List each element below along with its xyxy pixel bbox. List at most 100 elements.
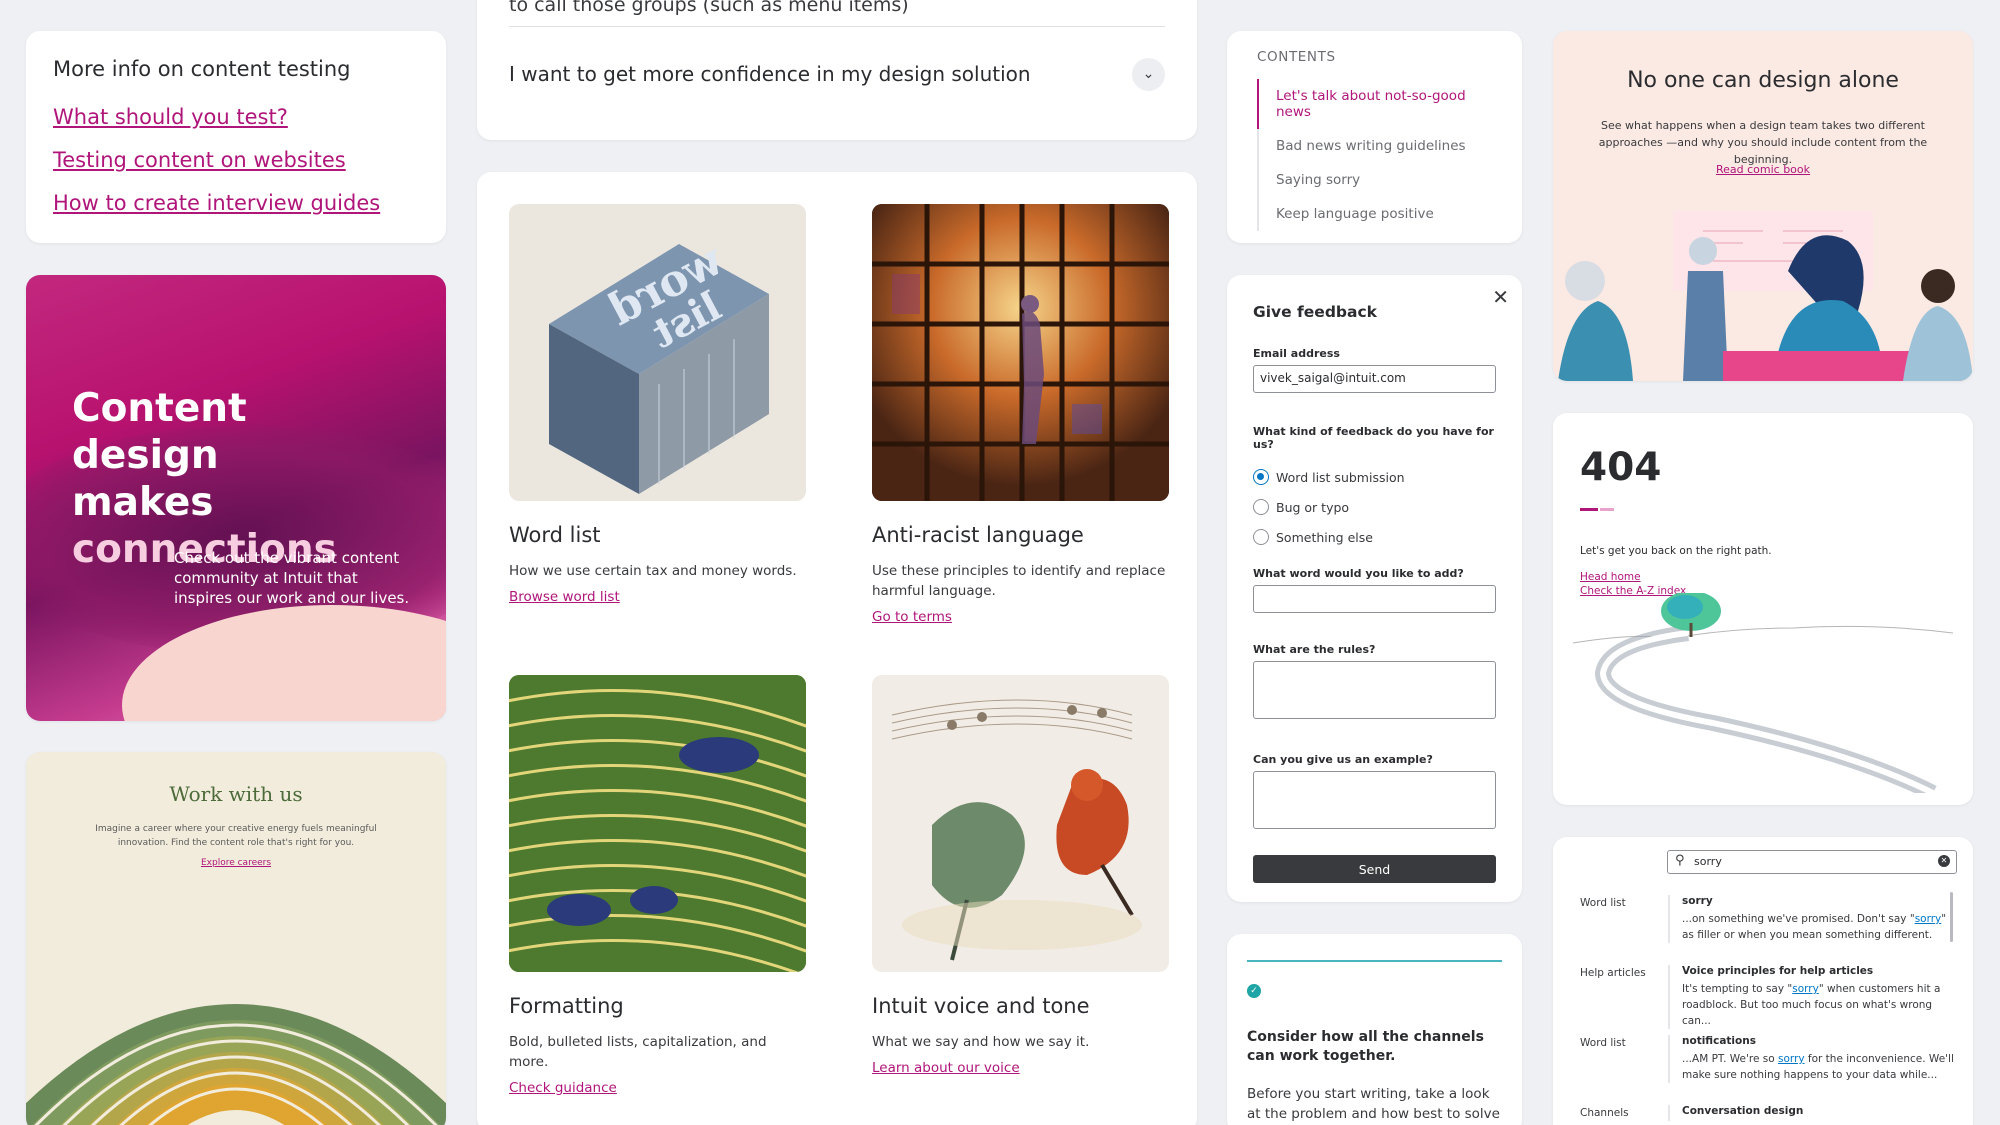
head-home-link[interactable]: Head home bbox=[1580, 571, 1946, 583]
channels-body: Before you start writing, take a look at… bbox=[1247, 1086, 1500, 1122]
comic-body: See what happens when a design team take… bbox=[1598, 119, 1928, 166]
hero-line-1: Content design bbox=[72, 386, 247, 478]
feedback-kind-label: What kind of feedback do you have for us… bbox=[1253, 425, 1494, 451]
search-result[interactable]: Word list notifications ...AM PT. We're … bbox=[1580, 1035, 1955, 1083]
contents-item-not-so-good-news[interactable]: Let's talk about not-so-good news bbox=[1257, 79, 1492, 129]
search-result[interactable]: Channels Conversation design bbox=[1580, 1105, 1955, 1121]
result-snippet: ...on something we've promised. Don't sa… bbox=[1682, 913, 1947, 941]
birds-image bbox=[872, 675, 1169, 972]
rules-label: What are the rules? bbox=[1253, 643, 1376, 656]
radio-something-else[interactable]: Something else bbox=[1253, 529, 1496, 545]
hero-banner[interactable]: Content design makes connections Check o… bbox=[26, 275, 446, 721]
tile-voice-tone: Intuit voice and tone What we say and ho… bbox=[872, 675, 1169, 1076]
result-category: Word list bbox=[1580, 1037, 1626, 1049]
link-testing-websites[interactable]: Testing content on websites bbox=[53, 148, 419, 172]
result-title[interactable]: Conversation design bbox=[1682, 1105, 1955, 1117]
progress-line bbox=[1247, 960, 1502, 962]
link-interview-guides[interactable]: How to create interview guides bbox=[53, 191, 419, 215]
tile-title: Formatting bbox=[509, 994, 624, 1018]
radio-label: Bug or typo bbox=[1276, 499, 1350, 515]
tile-desc: What we say and how we say it. bbox=[872, 1034, 1090, 1050]
email-label: Email address bbox=[1253, 347, 1340, 360]
hero-body: Check out the vibrant content community … bbox=[174, 549, 410, 607]
tile-desc: Use these principles to identify and rep… bbox=[872, 563, 1166, 599]
result-category: Word list bbox=[1580, 897, 1626, 909]
email-field[interactable]: vivek_saigal@intuit.com bbox=[1253, 365, 1496, 393]
accordion-card: to call those groups (such as menu items… bbox=[477, 0, 1197, 140]
radio-icon[interactable] bbox=[1253, 529, 1269, 545]
comic-title: No one can design alone bbox=[1627, 68, 1899, 93]
radio-label: Something else bbox=[1276, 529, 1373, 545]
contents-heading: CONTENTS bbox=[1257, 49, 1336, 65]
accordion-cut-text: to call those groups (such as menu items… bbox=[509, 0, 909, 16]
search-input[interactable]: ⚲ sorry ✕ bbox=[1667, 850, 1957, 874]
search-results-card: ⚲ sorry ✕ Word list sorry ...on somethin… bbox=[1553, 837, 1973, 1125]
feedback-title: Give feedback bbox=[1253, 303, 1377, 321]
accordion-divider bbox=[509, 26, 1165, 27]
radio-label: Word list submission bbox=[1276, 469, 1405, 485]
channels-title: Consider how all the channels can work t… bbox=[1247, 1029, 1484, 1064]
go-to-terms-link[interactable]: Go to terms bbox=[872, 609, 952, 625]
clear-icon[interactable]: ✕ bbox=[1938, 855, 1950, 867]
contents-nav: CONTENTS Let's talk about not-so-good ne… bbox=[1227, 31, 1522, 243]
read-comic-link[interactable]: Read comic book bbox=[1553, 163, 1973, 176]
result-title[interactable]: notifications bbox=[1682, 1035, 1955, 1047]
result-title[interactable]: sorry bbox=[1682, 895, 1955, 907]
radio-word-list[interactable]: Word list submission bbox=[1253, 469, 1496, 485]
example-label: Can you give us an example? bbox=[1253, 753, 1433, 766]
tile-title: Anti-racist language bbox=[872, 523, 1084, 547]
zen-garden-image bbox=[509, 675, 806, 972]
chevron-down-icon[interactable]: ⌄ bbox=[1132, 58, 1165, 91]
comic-illustration bbox=[1553, 191, 1973, 381]
rules-textarea[interactable] bbox=[1253, 661, 1496, 719]
channels-card: ✓ Consider how all the channels can work… bbox=[1227, 934, 1522, 1125]
error-code: 404 bbox=[1580, 445, 1662, 490]
search-icon: ⚲ bbox=[1675, 853, 1685, 868]
close-icon[interactable]: ✕ bbox=[1492, 285, 1509, 309]
contents-item-keep-positive[interactable]: Keep language positive bbox=[1257, 197, 1492, 231]
check-icon: ✓ bbox=[1247, 984, 1261, 998]
radio-bug[interactable]: Bug or typo bbox=[1253, 499, 1496, 515]
browse-word-list-link[interactable]: Browse word list bbox=[509, 589, 620, 605]
work-with-us-card: Work with us Imagine a career where your… bbox=[26, 752, 446, 1125]
more-info-card: More info on content testing What should… bbox=[26, 31, 446, 243]
more-info-title: More info on content testing bbox=[53, 57, 351, 81]
tile-title: Word list bbox=[509, 523, 601, 547]
tile-title: Intuit voice and tone bbox=[872, 994, 1090, 1018]
contents-item-saying-sorry[interactable]: Saying sorry bbox=[1257, 163, 1492, 197]
work-body: Imagine a career where your creative ene… bbox=[95, 824, 377, 848]
explore-careers-link[interactable]: Explore careers bbox=[26, 858, 446, 868]
result-snippet: ...AM PT. We're so sorry for the inconve… bbox=[1682, 1053, 1954, 1081]
topic-tiles-card: word list Word list How we use certain t… bbox=[477, 172, 1197, 1125]
rainbow-illustration bbox=[26, 1004, 446, 1125]
comic-card: No one can design alone See what happens… bbox=[1553, 31, 1973, 381]
word-field[interactable] bbox=[1253, 585, 1496, 613]
search-query: sorry bbox=[1694, 855, 1722, 868]
word-label: What word would you like to add? bbox=[1253, 567, 1464, 580]
feedback-form: ✕ Give feedback Email address vivek_saig… bbox=[1227, 275, 1522, 902]
result-category: Channels bbox=[1580, 1107, 1629, 1119]
example-textarea[interactable] bbox=[1253, 771, 1496, 829]
tile-desc: Bold, bulleted lists, capitalization, an… bbox=[509, 1034, 767, 1070]
hero-line-2: makes bbox=[72, 480, 214, 525]
search-result[interactable]: Word list sorry ...on something we've pr… bbox=[1580, 895, 1955, 943]
radio-icon[interactable] bbox=[1253, 499, 1269, 515]
hero-headline: Content design makes connections bbox=[72, 385, 392, 573]
accordion-question[interactable]: I want to get more confidence in my desi… bbox=[509, 62, 1031, 86]
search-result[interactable]: Help articles Voice principles for help … bbox=[1580, 965, 1955, 1029]
send-button[interactable]: Send bbox=[1253, 855, 1496, 883]
contents-item-bad-news[interactable]: Bad news writing guidelines bbox=[1257, 129, 1492, 163]
stained-glass-image bbox=[872, 204, 1169, 501]
tile-desc: How we use certain tax and money words. bbox=[509, 563, 797, 579]
path-illustration bbox=[1573, 593, 1953, 793]
word-list-image: word list bbox=[509, 204, 806, 501]
tile-anti-racist: Anti-racist language Use these principle… bbox=[872, 204, 1169, 625]
not-found-message: Let's get you back on the right path. bbox=[1580, 545, 1772, 557]
result-snippet: It's tempting to say "sorry" when custom… bbox=[1682, 983, 1941, 1027]
learn-voice-link[interactable]: Learn about our voice bbox=[872, 1060, 1020, 1076]
radio-selected-icon[interactable] bbox=[1253, 469, 1269, 485]
result-title[interactable]: Voice principles for help articles bbox=[1682, 965, 1955, 977]
check-guidance-link[interactable]: Check guidance bbox=[509, 1080, 617, 1096]
link-what-to-test[interactable]: What should you test? bbox=[53, 105, 419, 129]
tile-formatting: Formatting Bold, bulleted lists, capital… bbox=[509, 675, 806, 1096]
